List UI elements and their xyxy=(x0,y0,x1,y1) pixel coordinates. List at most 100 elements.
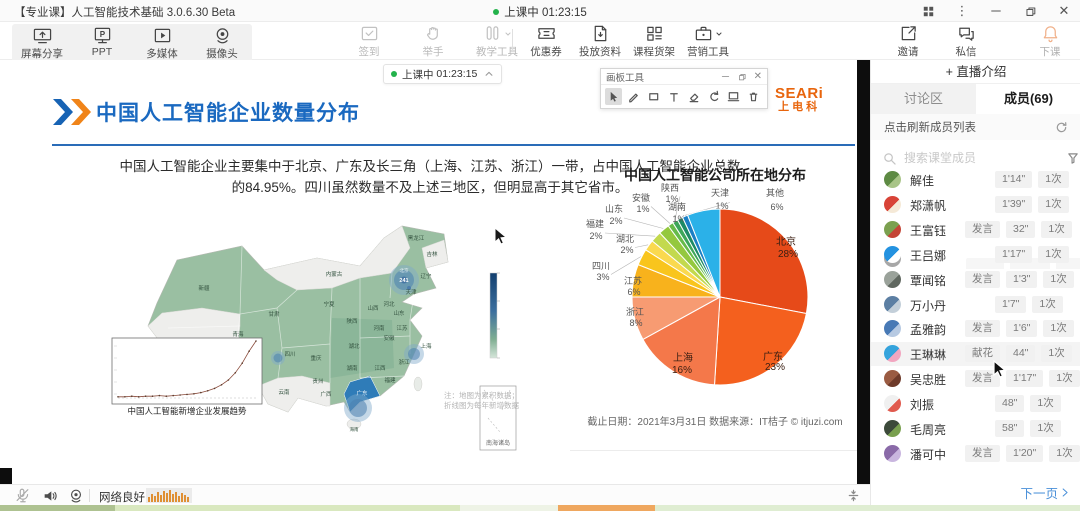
member-row[interactable]: 覃闻铭发言1'3"1次 xyxy=(871,268,1080,292)
toolbar-shelf-button[interactable]: 课程货架 xyxy=(632,24,676,59)
board-tool-text[interactable] xyxy=(665,88,682,105)
province-label: 青海 xyxy=(232,330,244,338)
toolbar-ppt-button[interactable]: PPPT xyxy=(80,26,124,58)
board-tool-board[interactable] xyxy=(725,88,742,105)
panel-close-icon[interactable]: ✕ xyxy=(754,71,762,82)
toolbar-raise-hand-button[interactable]: 举手 xyxy=(411,24,455,59)
member-row[interactable]: 孟雅韵发言1'6"1次 xyxy=(871,317,1080,341)
svg-text:注：地图为累积数据；: 注：地图为累积数据； xyxy=(444,390,519,400)
action-badge[interactable]: 献花 xyxy=(965,345,1000,362)
board-tool-pen[interactable] xyxy=(625,88,642,105)
toolbar-label: 签到 xyxy=(359,44,380,59)
chip-status: 上课中 xyxy=(402,67,434,82)
member-name: 覃闻铭 xyxy=(910,272,946,289)
minimize-icon[interactable] xyxy=(988,3,1004,19)
speaker-icon[interactable] xyxy=(40,487,60,504)
pie-label: 28% xyxy=(778,249,798,260)
province-label: 甘肃 xyxy=(268,310,280,318)
province-label: 湖北 xyxy=(348,342,360,350)
province-label: 贵州 xyxy=(312,377,323,385)
member-row[interactable]: 王吕娜1'17"1次 xyxy=(871,243,1080,267)
chevron-up-icon[interactable] xyxy=(484,69,494,79)
pie-label: 2% xyxy=(609,216,622,226)
toolbar-invite-button[interactable]: 邀请 xyxy=(886,24,930,59)
live-intro-header[interactable]: + 直播介绍 xyxy=(871,60,1080,84)
pie-label: 湖南 xyxy=(668,201,686,212)
member-row[interactable]: 王富钰发言32"1次 xyxy=(871,218,1080,242)
pie-label: 16% xyxy=(672,365,692,376)
toolbar-end-class-button[interactable]: 下课 xyxy=(1028,24,1072,59)
map-bubble xyxy=(408,348,420,360)
pie-label: 3% xyxy=(596,272,609,282)
toolbar-screen-share-button[interactable]: 屏幕分享 xyxy=(20,26,64,61)
speak-count-badge: 1次 xyxy=(1049,370,1079,387)
panel-restore-icon[interactable] xyxy=(738,73,746,81)
teaching-tools-icon xyxy=(483,24,512,43)
title-underline xyxy=(52,144,855,146)
toolbar-check-in-button[interactable]: 签到 xyxy=(347,24,391,59)
chip-time: 01:23:15 xyxy=(436,68,477,80)
province-label: 天津 xyxy=(405,289,417,296)
collapse-icon[interactable] xyxy=(843,487,863,504)
board-tool-eraser[interactable] xyxy=(685,88,702,105)
pie-slice-0 xyxy=(720,209,808,314)
member-row[interactable]: 毛周亮58"1次 xyxy=(871,417,1080,441)
panel-minimize-icon[interactable] xyxy=(721,72,730,81)
member-row[interactable]: 解佳1'14"1次 xyxy=(871,168,1080,192)
webcam-icon[interactable] xyxy=(66,487,86,504)
toolbar-media-button[interactable]: 多媒体 xyxy=(140,26,184,61)
pie-label: 上海 xyxy=(673,351,693,364)
pie-label: 2% xyxy=(620,245,633,255)
member-name: 刘振 xyxy=(910,396,934,413)
title-bar: 【专业课】人工智能技术基础 3.0.6.30 Beta 上课中 01:23:15… xyxy=(0,0,1080,22)
map-bubble xyxy=(274,354,283,363)
speak-count-badge: 1次 xyxy=(1041,345,1071,362)
toolbar-materials-button[interactable]: 投放资料 xyxy=(578,24,622,59)
title-chevrons-icon xyxy=(52,98,94,126)
province-label: 湖南 xyxy=(346,364,358,372)
member-row[interactable]: 王琳琳献花44"1次 xyxy=(871,342,1080,366)
class-timer-chip[interactable]: 上课中 01:23:15 xyxy=(383,64,502,84)
board-tool-select[interactable] xyxy=(605,88,622,105)
speak-time-badge: 1'17" xyxy=(995,246,1032,263)
more-menu-icon[interactable]: ⋮ xyxy=(954,3,970,19)
speak-count-badge: 1次 xyxy=(1030,395,1060,412)
toolbar-marketing-button[interactable]: 营销工具 xyxy=(686,24,730,59)
microphone-muted-icon[interactable] xyxy=(12,487,32,504)
refresh-icon[interactable] xyxy=(1055,121,1068,134)
presentation-stage: 上课中 01:23:15 画板工具 ✕ SEARi 上电科 xyxy=(0,60,857,484)
action-badge[interactable]: 发言 xyxy=(965,271,1000,288)
action-badge[interactable]: 发言 xyxy=(965,370,1000,387)
pie-label: 1% xyxy=(636,204,649,214)
action-badge[interactable]: 发言 xyxy=(965,320,1000,337)
toolbar-dm-button[interactable]: 私信 xyxy=(944,24,988,59)
speak-time-badge: 44" xyxy=(1006,345,1035,362)
tab-discussion[interactable]: 讨论区 xyxy=(871,84,976,114)
refresh-member-list[interactable]: 点击刷新成员列表 xyxy=(871,114,1080,140)
member-row[interactable]: 吴忠胜发言1'17"1次 xyxy=(871,367,1080,391)
tab-members[interactable]: 成员(69) xyxy=(976,84,1080,114)
toolbar-coupon-button[interactable]: 优惠券 xyxy=(524,24,568,59)
member-name: 潘可中 xyxy=(910,446,946,463)
speak-count-badge: 1次 xyxy=(1049,445,1079,462)
board-tool-trash[interactable] xyxy=(745,88,762,105)
member-name: 孟雅韵 xyxy=(910,321,946,338)
member-row[interactable]: 潘可中发言1'20"1次 xyxy=(871,442,1080,466)
speak-time-badge: 48" xyxy=(995,395,1024,412)
action-badge[interactable]: 发言 xyxy=(965,445,1000,462)
layout-grid-icon[interactable] xyxy=(920,3,936,19)
action-badge[interactable]: 发言 xyxy=(965,221,1000,238)
avatar xyxy=(884,221,901,238)
close-icon[interactable]: ✕ xyxy=(1056,3,1072,19)
member-row[interactable]: 刘振 48" 1次 xyxy=(871,392,1080,416)
toolbar-camera-button[interactable]: 摄像头 xyxy=(200,26,244,61)
member-row[interactable]: 万小丹1'7"1次 xyxy=(871,293,1080,317)
coupon-icon xyxy=(537,24,556,43)
status-dot-icon xyxy=(391,71,397,77)
board-tool-undo[interactable] xyxy=(705,88,722,105)
board-tool-rect[interactable] xyxy=(645,88,662,105)
restore-icon[interactable] xyxy=(1022,3,1038,19)
speak-time-badge: 1'6" xyxy=(1006,320,1037,337)
next-page-button[interactable]: 下一页 xyxy=(871,480,1080,505)
member-row[interactable]: 郑潇帆1'39"1次 xyxy=(871,193,1080,217)
